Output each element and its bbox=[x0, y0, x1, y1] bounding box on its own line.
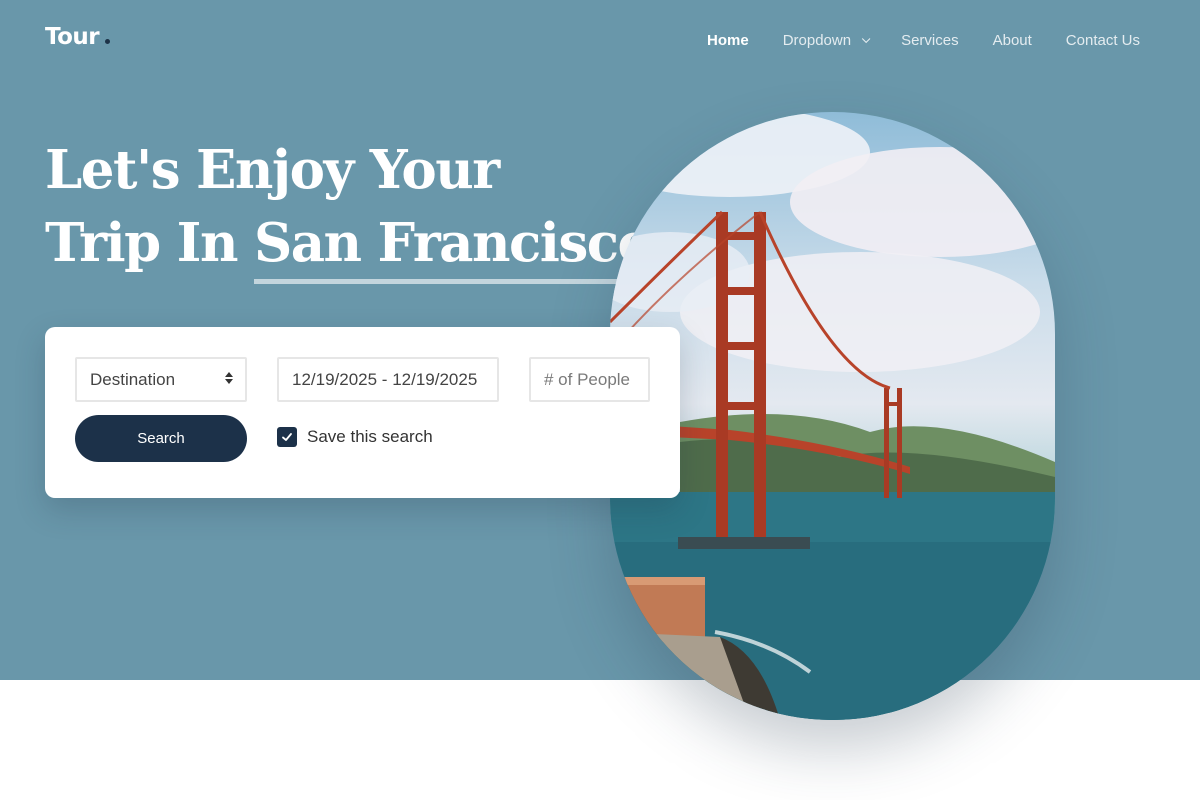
destination-select[interactable]: Destination bbox=[75, 357, 247, 402]
people-placeholder: # of People bbox=[544, 369, 631, 389]
nav-about[interactable]: About bbox=[993, 32, 1032, 49]
headline-prefix: Trip In bbox=[45, 212, 254, 274]
destination-value: Destination bbox=[90, 369, 176, 389]
nav-home-label: Home bbox=[707, 32, 749, 49]
headline-line-2: Trip In San Francisco bbox=[45, 207, 659, 284]
search-card: Destination 12/19/2025 - 12/19/2025 # of… bbox=[45, 327, 680, 498]
nav-services[interactable]: Services bbox=[901, 32, 959, 49]
people-input[interactable]: # of People bbox=[529, 357, 650, 402]
search-button[interactable]: Search bbox=[75, 415, 247, 462]
hero-headline: Let's Enjoy Your Trip In San Francisco bbox=[45, 134, 659, 284]
nav-contact-label: Contact Us bbox=[1065, 32, 1140, 49]
logo[interactable]: Tour bbox=[45, 24, 111, 50]
save-search-checkbox[interactable] bbox=[277, 427, 297, 447]
headline-line-1: Let's Enjoy Your bbox=[45, 139, 500, 201]
nav-services-label: Services bbox=[901, 32, 959, 49]
logo-text: Tour bbox=[45, 24, 100, 50]
main-nav: Home Dropdown Services About Contact Us bbox=[673, 32, 1140, 49]
nav-dropdown[interactable]: Dropdown bbox=[782, 32, 871, 49]
nav-home[interactable]: Home bbox=[707, 32, 749, 49]
chevron-down-icon bbox=[861, 34, 871, 43]
nav-about-label: About bbox=[992, 32, 1032, 49]
search-button-label: Search bbox=[137, 430, 185, 447]
nav-contact[interactable]: Contact Us bbox=[1066, 32, 1140, 49]
headline-highlight: San Francisco bbox=[253, 207, 653, 284]
sort-arrows-icon bbox=[225, 372, 233, 384]
date-range-value: 12/19/2025 - 12/19/2025 bbox=[292, 369, 478, 389]
highlight-underline bbox=[253, 279, 652, 284]
nav-dropdown-label: Dropdown bbox=[782, 32, 852, 49]
date-range-input[interactable]: 12/19/2025 - 12/19/2025 bbox=[277, 357, 499, 402]
save-search-label: Save this search bbox=[307, 427, 433, 446]
logo-dot bbox=[105, 39, 111, 44]
save-search-option[interactable]: Save this search bbox=[277, 427, 433, 447]
highlight-text: San Francisco bbox=[253, 212, 653, 274]
checkmark-icon bbox=[282, 433, 292, 441]
